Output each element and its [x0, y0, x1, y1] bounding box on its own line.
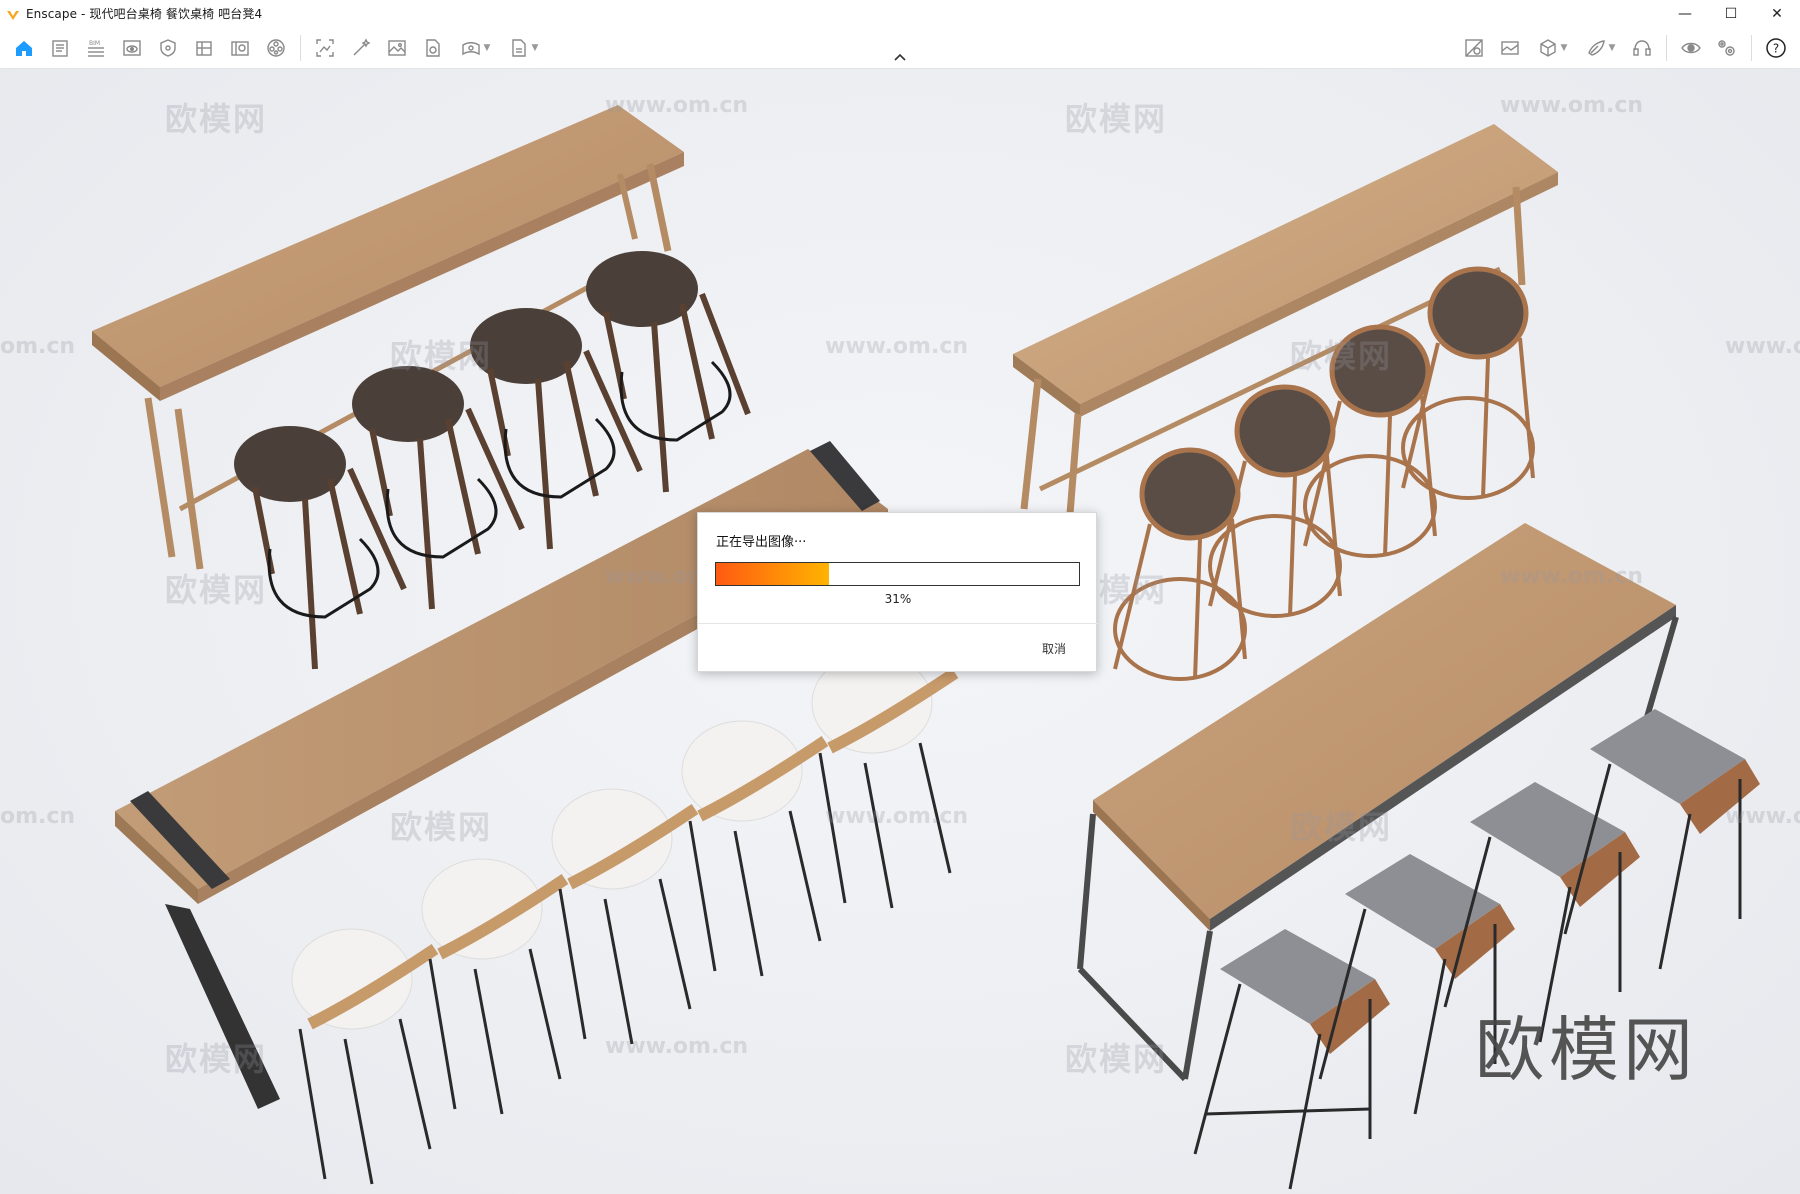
help-icon: ?: [1766, 38, 1786, 58]
visibility-icon: [1681, 42, 1701, 54]
view-icon: [123, 40, 141, 56]
gallery-icon: [1501, 41, 1519, 55]
asset-library-icon: [231, 41, 249, 56]
watermark-brand: 欧模网: [390, 808, 493, 846]
watermark-brand: 欧模网: [165, 1040, 268, 1078]
toolbar-separator: [300, 35, 301, 61]
export-progress-bar: [715, 562, 1080, 586]
settings-button[interactable]: [1709, 33, 1745, 63]
magic-wand-button[interactable]: [343, 33, 379, 63]
watermark-url: www.o: [1725, 334, 1800, 359]
watermark-brand: 欧模网: [1290, 808, 1393, 846]
shield-button[interactable]: [150, 33, 186, 63]
home-button[interactable]: [6, 33, 42, 63]
image-compare-icon: [1465, 39, 1483, 57]
paint-icon: [1587, 40, 1605, 56]
bim-icon: BIM: [88, 40, 104, 57]
export-document-button[interactable]: ▼: [499, 33, 547, 63]
export-progress-dialog: 正在导出图像··· 31% 取消: [697, 512, 1098, 672]
watermark-brand-large: 欧模网: [1475, 1009, 1697, 1091]
settings-icon: [1718, 40, 1735, 56]
chevron-down-icon: ▼: [483, 43, 491, 53]
watermark-url: www.o: [1725, 804, 1800, 829]
progress-percent-label: 31%: [884, 592, 912, 606]
svg-text:BIM: BIM: [89, 40, 100, 47]
watermark-url: om.cn: [0, 334, 76, 359]
close-button[interactable]: ✕: [1754, 0, 1800, 27]
help-button[interactable]: ?: [1758, 33, 1794, 63]
watermark-brand: 欧模网: [1065, 1040, 1168, 1078]
notes-button[interactable]: [42, 33, 78, 63]
image-export-icon: [388, 40, 406, 56]
title-bar: Enscape - 现代吧台桌椅 餐饮桌椅 吧台凳4 — ☐ ✕: [0, 0, 1800, 27]
paint-button[interactable]: ▼: [1576, 33, 1624, 63]
minimize-button[interactable]: —: [1662, 0, 1708, 27]
panorama-button[interactable]: ▼: [451, 33, 499, 63]
watermark-url: www.om.cn: [1500, 564, 1644, 589]
watermark-url: www.om.cn: [825, 334, 969, 359]
progress-fill: [716, 563, 829, 585]
view-button[interactable]: [114, 33, 150, 63]
watermark-brand: 欧模网: [165, 100, 268, 138]
cube-icon: [1539, 39, 1556, 57]
shield-icon: [160, 39, 176, 57]
watermark-url: www.om.cn: [605, 1034, 749, 1059]
maximize-button[interactable]: ☐: [1708, 0, 1754, 27]
watermark-url: www.om.cn: [605, 93, 749, 118]
grid-button[interactable]: [186, 33, 222, 63]
screenshot-icon: [316, 39, 334, 57]
watermark-url: www.om.cn: [1500, 93, 1644, 118]
magic-wand-icon: [353, 38, 371, 56]
toolbar-separator: [1751, 35, 1752, 61]
image-compare-button[interactable]: [1456, 33, 1492, 63]
chevron-down-icon: ▼: [1608, 43, 1616, 53]
image-export-button[interactable]: [379, 33, 415, 63]
toolbar-separator: [1666, 35, 1667, 61]
gallery-button[interactable]: [1492, 33, 1528, 63]
chevron-down-icon: ▼: [531, 43, 539, 53]
dialog-divider: [698, 623, 1098, 624]
file-export-button[interactable]: [415, 33, 451, 63]
file-export-icon: [426, 39, 440, 57]
watermark-brand: 欧模网: [165, 571, 268, 609]
toolbar-right-group: ▼ ▼ ?: [1456, 33, 1794, 63]
watermark-url: www.om.cn: [825, 804, 969, 829]
headset-button[interactable]: [1624, 33, 1660, 63]
window-title: Enscape - 现代吧台桌椅 餐饮桌椅 吧台凳4: [26, 7, 263, 21]
screenshot-button[interactable]: [307, 33, 343, 63]
toolbar-left-group: BIM ▼ ▼: [6, 33, 547, 63]
cancel-button[interactable]: 取消: [1042, 640, 1066, 657]
bim-button[interactable]: BIM: [78, 33, 114, 63]
watermark-brand: 欧模网: [1065, 100, 1168, 138]
notes-icon: [52, 40, 68, 57]
enscape-logo-icon: [6, 7, 20, 21]
export-document-icon: [511, 39, 526, 57]
watermark-brand: 欧模网: [390, 337, 493, 375]
headset-icon: [1633, 40, 1651, 56]
chevron-down-icon: ▼: [1560, 43, 1568, 53]
toolbar-collapse-chevron-icon[interactable]: [891, 50, 909, 64]
panorama-icon: [461, 42, 480, 56]
window-controls: — ☐ ✕: [1662, 0, 1800, 27]
material-button[interactable]: [258, 33, 294, 63]
cube-button[interactable]: ▼: [1528, 33, 1576, 63]
asset-library-button[interactable]: [222, 33, 258, 63]
watermark-url: om.cn: [0, 804, 76, 829]
home-icon: [16, 41, 32, 56]
dialog-title: 正在导出图像···: [716, 535, 807, 550]
grid-icon: [196, 41, 212, 56]
visibility-button[interactable]: [1673, 33, 1709, 63]
help-label: ?: [1773, 42, 1779, 56]
material-icon: [267, 39, 285, 57]
watermark-brand: 欧模网: [1290, 337, 1393, 375]
